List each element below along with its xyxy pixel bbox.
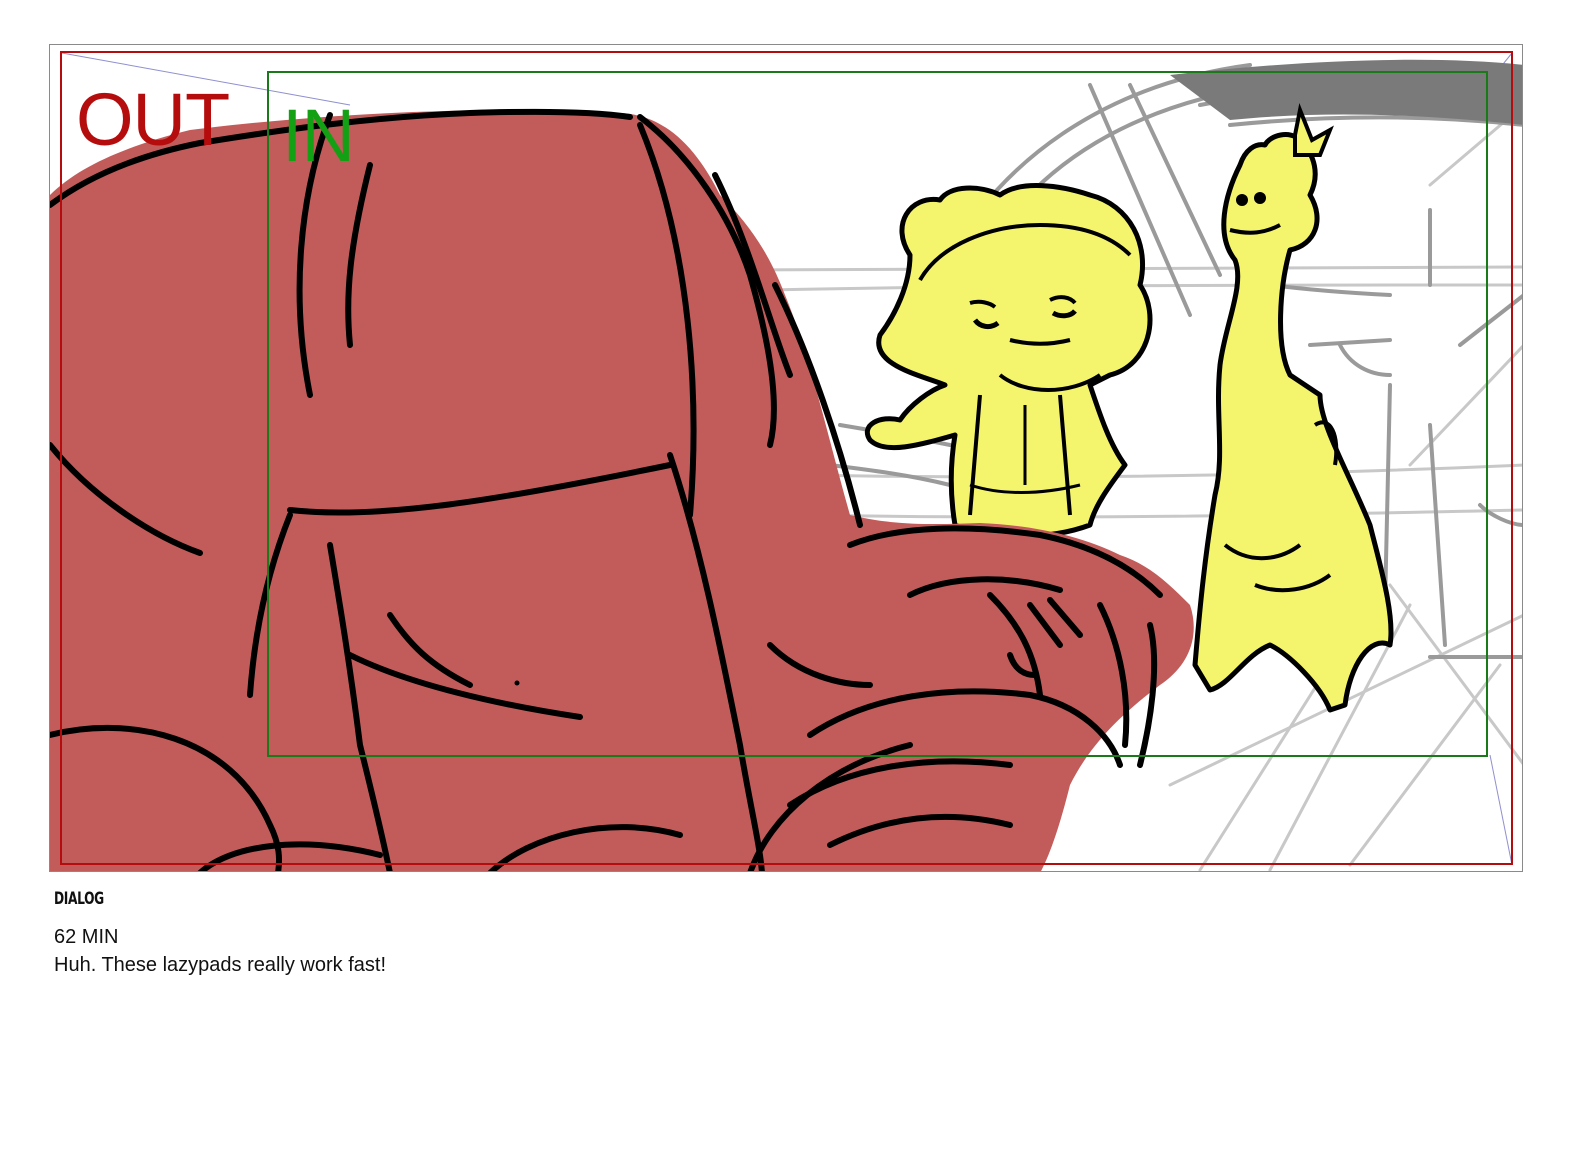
storyboard-sketch [50,51,1522,871]
out-frame-label: OUT [76,78,230,161]
in-frame-label: IN [282,94,355,177]
yellow-girl-character [865,183,1153,539]
background-dark-ceiling-band [1170,59,1522,125]
storyboard-panel: OUT IN [49,44,1523,872]
dialog-heading: DIALOG [54,889,104,909]
dialog-duration: 62 MIN [54,926,119,948]
dialog-line: Huh. These lazypads really work fast! [54,954,387,976]
yellow-dino-toy [1192,103,1394,713]
